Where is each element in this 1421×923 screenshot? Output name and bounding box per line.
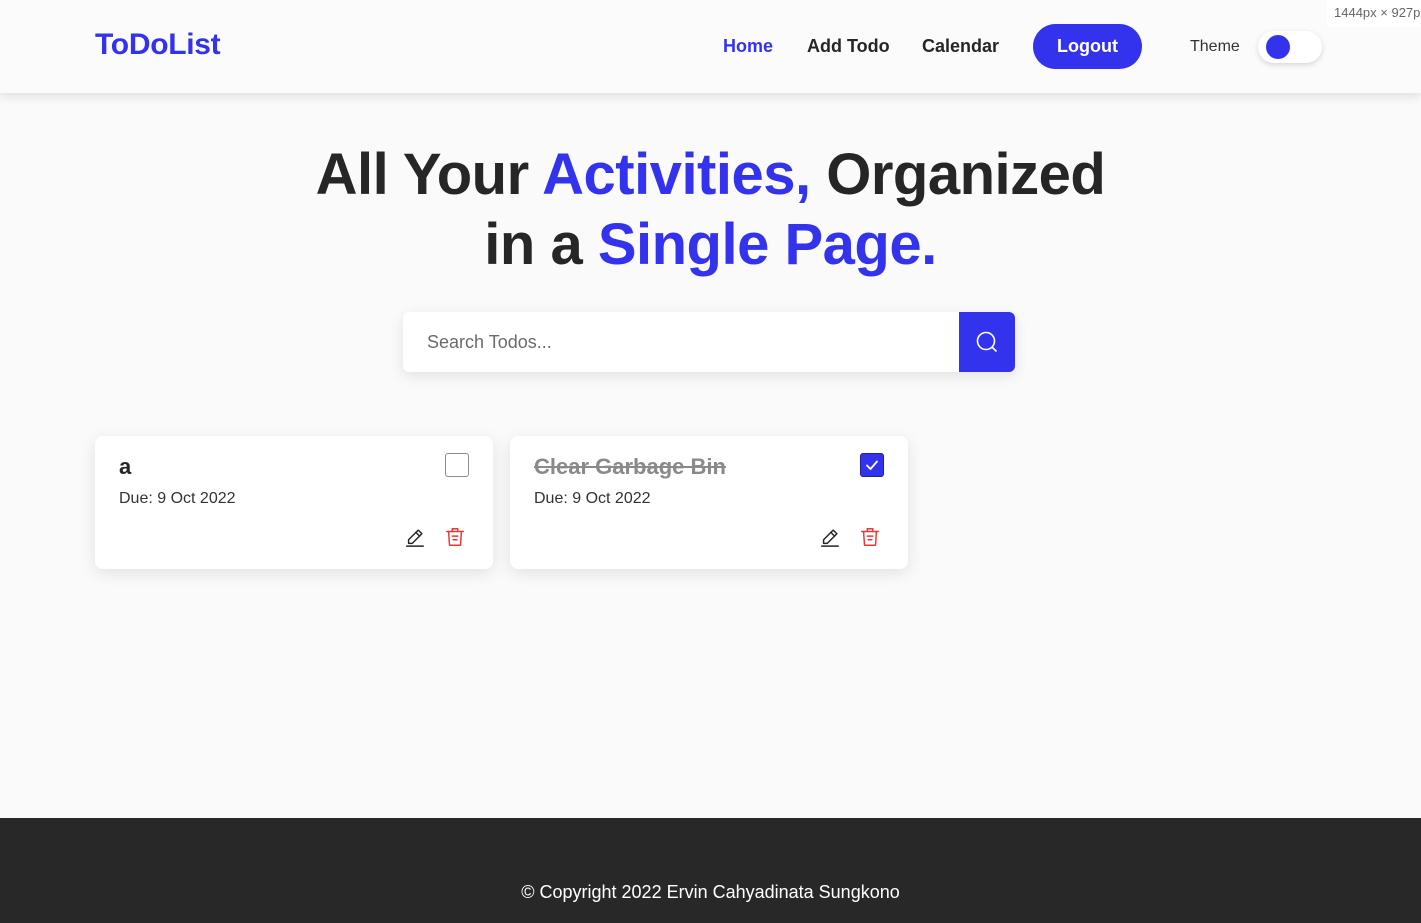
todo-due-date: Due: 9 Oct 2022 <box>119 490 236 507</box>
logout-button[interactable]: Logout <box>1033 24 1142 69</box>
viewport-size-readout: 1444px × 927px <box>1327 0 1421 27</box>
pencil-icon <box>821 529 839 547</box>
nav-link-home[interactable]: Home <box>723 36 773 57</box>
search-bar <box>403 312 1015 372</box>
search-input[interactable] <box>403 312 959 372</box>
todo-title: Clear Garbage Bin <box>534 454 726 479</box>
delete-todo-button[interactable] <box>443 525 467 549</box>
footer: © Copyright 2022 Ervin Cahyadinata Sungk… <box>0 818 1421 923</box>
edit-todo-button[interactable] <box>403 525 427 549</box>
theme-label: Theme <box>1190 38 1240 55</box>
theme-toggle[interactable] <box>1258 31 1322 63</box>
copyright-text: © Copyright 2022 Ervin Cahyadinata Sungk… <box>521 882 900 902</box>
todo-card: Clear Garbage Bin Due: 9 Oct 2022 <box>510 436 908 569</box>
edit-todo-button[interactable] <box>818 525 842 549</box>
hero-text: in a <box>484 212 598 277</box>
trash-icon <box>446 528 464 546</box>
pencil-icon <box>406 529 424 547</box>
todo-title: a <box>119 454 132 479</box>
search-button[interactable] <box>959 312 1015 372</box>
nav-link-calendar[interactable]: Calendar <box>922 36 999 57</box>
navbar: ToDoList Home Add Todo Calendar Logout T… <box>0 0 1421 93</box>
todo-due-date: Due: 9 Oct 2022 <box>534 490 651 507</box>
brand-logo[interactable]: ToDoList <box>95 28 221 62</box>
hero-text: All Your <box>315 142 543 207</box>
search-icon <box>976 331 997 352</box>
todo-card: a Due: 9 Oct 2022 <box>95 436 493 569</box>
nav-link-add-todo[interactable]: Add Todo <box>807 36 890 57</box>
delete-todo-button[interactable] <box>858 525 882 549</box>
page: ToDoList Home Add Todo Calendar Logout T… <box>0 0 1421 923</box>
hero-heading: All Your Activities, Organized in a Sing… <box>0 140 1421 280</box>
hero-accent-text: Activities, <box>542 142 811 207</box>
hero-text: Organized <box>810 142 1106 207</box>
todo-complete-checkbox[interactable] <box>445 453 469 477</box>
todo-complete-checkbox[interactable] <box>860 453 884 477</box>
theme-toggle-knob <box>1266 35 1290 59</box>
trash-icon <box>861 528 879 546</box>
checkmark-icon <box>866 460 878 470</box>
hero-accent-text: Single Page. <box>597 212 937 277</box>
